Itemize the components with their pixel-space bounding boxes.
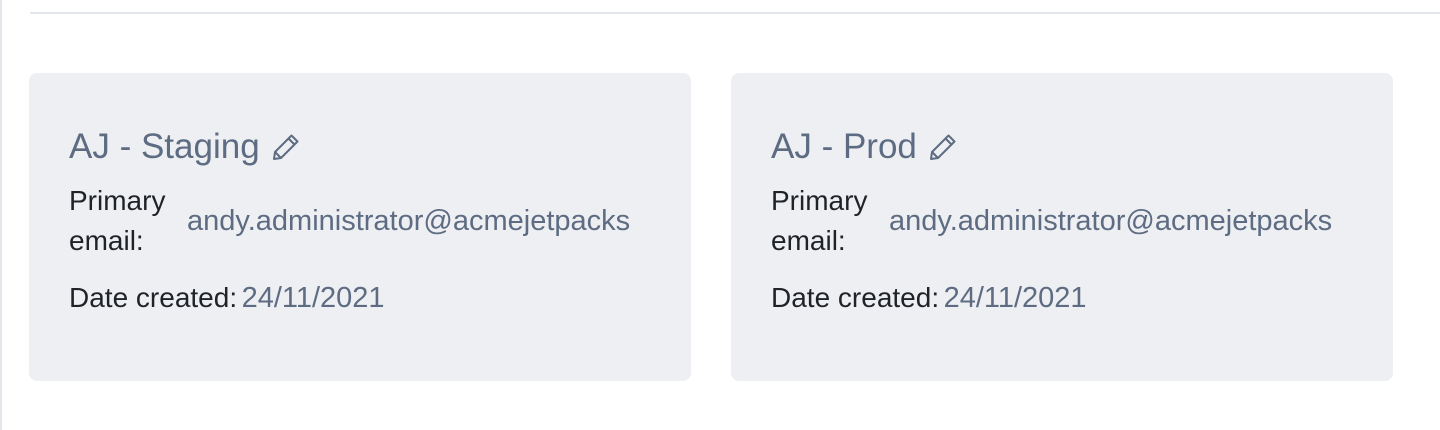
- top-divider: [30, 12, 1440, 14]
- date-created-label: Date created:: [69, 282, 238, 313]
- account-name: AJ - Prod: [771, 127, 917, 166]
- pencil-icon[interactable]: [927, 131, 959, 163]
- account-title: AJ - Staging: [69, 125, 302, 169]
- date-created-value: 24/11/2021: [943, 282, 1087, 314]
- pencil-icon[interactable]: [270, 131, 302, 163]
- primary-email-label: Primary email:: [69, 185, 166, 256]
- account-card: AJ - Prod Primary email: andy.administra…: [731, 73, 1393, 381]
- account-card: AJ - Staging Primary email: andy.adminis…: [29, 73, 691, 381]
- primary-email-row: Primary email: andy.administrator@acmeje…: [69, 181, 630, 261]
- account-name: AJ - Staging: [69, 127, 260, 166]
- account-title: AJ - Prod: [771, 125, 959, 169]
- date-created-row: Date created: 24/11/2021: [69, 278, 385, 323]
- primary-email-label: Primary email:: [771, 185, 868, 256]
- date-created-row: Date created: 24/11/2021: [771, 278, 1087, 323]
- date-created-label: Date created:: [771, 282, 940, 313]
- primary-email-row: Primary email: andy.administrator@acmeje…: [771, 181, 1332, 261]
- page: AJ - Staging Primary email: andy.adminis…: [0, 0, 1440, 430]
- primary-email-value: andy.administrator@acmejetpacks: [187, 205, 631, 237]
- date-created-value: 24/11/2021: [241, 282, 385, 314]
- left-border: [0, 0, 2, 430]
- primary-email-value: andy.administrator@acmejetpacks: [889, 205, 1333, 237]
